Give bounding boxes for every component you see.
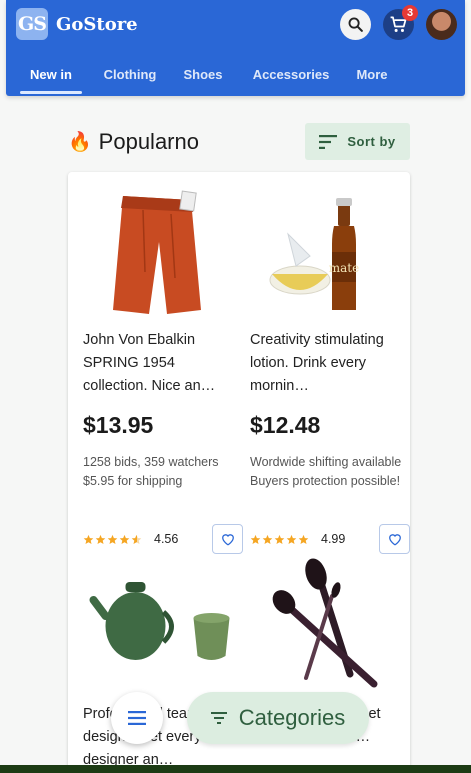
product-description: 1258 bids, 359 watchers $5.95 for shippi… [83, 455, 219, 488]
star-icon [250, 534, 261, 544]
menu-icon [128, 711, 146, 725]
brand[interactable]: GS GoStore [16, 8, 138, 40]
filter-icon [210, 712, 227, 724]
heart-outline-icon [221, 533, 234, 546]
product-image-makeup-brushes [272, 558, 378, 688]
star-icon [286, 534, 297, 544]
product-image-green-teapot [89, 582, 230, 660]
star-icon [83, 534, 94, 544]
product-name: Creativity stimulating lotion. Drink eve… [250, 332, 384, 394]
tab-new-in[interactable]: New in [20, 54, 82, 94]
star-icon [262, 534, 273, 544]
star-icon [107, 534, 118, 544]
star-half-icon [131, 534, 142, 544]
product-image-mate-bottle: mate [269, 198, 359, 310]
favorite-button[interactable] [212, 524, 243, 554]
rating-stars [250, 534, 309, 545]
tab-shoes[interactable]: Shoes [180, 54, 226, 94]
rating-value: 4.56 [154, 532, 179, 546]
logo: GS [16, 8, 48, 40]
section-title: 🔥 Popularno [68, 129, 199, 155]
star-icon [298, 534, 309, 544]
tab-accessories[interactable]: Accessories [248, 54, 334, 94]
product-image-red-pants [113, 190, 201, 314]
cart-button[interactable]: 3 [383, 5, 418, 40]
product-description: Wordwide shifting available Buyers prote… [250, 455, 402, 488]
rating-value: 4.99 [321, 532, 346, 546]
svg-text:mate: mate [329, 261, 359, 275]
tab-clothing[interactable]: Clothing [98, 54, 162, 94]
section-header: 🔥 Popularno Sort by [68, 123, 410, 161]
product-card[interactable]: mate Creativity stimulating lotion. Drin… [250, 182, 410, 554]
section-title-text: Popularno [98, 129, 199, 154]
rating-stars [83, 534, 142, 545]
heart-outline-icon [388, 533, 401, 546]
category-tabs: New in Clothing Shoes Accessories More [6, 54, 465, 94]
product-price: $12.48 [250, 412, 321, 438]
categories-label: Categories [238, 705, 346, 730]
header-actions: 3 [340, 5, 457, 40]
sort-label: Sort by [347, 134, 396, 149]
bottom-edge [0, 765, 471, 773]
fire-icon: 🔥 [68, 132, 92, 153]
menu-button[interactable] [111, 692, 163, 744]
tab-more[interactable]: More [352, 54, 392, 94]
search-button[interactable] [340, 9, 371, 40]
app-bar: GS GoStore 3 New in Clothing Shoes Acces… [6, 0, 465, 96]
sort-icon [319, 134, 338, 149]
sort-button[interactable]: Sort by [305, 123, 410, 160]
star-icon [274, 534, 285, 544]
favorite-button[interactable] [379, 524, 410, 554]
rating-row: 4.56 [83, 524, 243, 554]
product-card[interactable]: John Von Ebalkin SPRING 1954 collection.… [83, 182, 243, 554]
star-icon [95, 534, 106, 544]
cart-count-badge: 3 [402, 5, 418, 21]
product-price: $13.95 [83, 412, 154, 438]
product-name: John Von Ebalkin SPRING 1954 collection.… [83, 332, 216, 394]
search-icon [348, 17, 363, 32]
categories-button[interactable]: Categories [187, 692, 369, 744]
star-icon [119, 534, 130, 544]
product-grid: John Von Ebalkin SPRING 1954 collection.… [68, 172, 410, 772]
brand-name: GoStore [56, 13, 138, 35]
user-avatar[interactable] [426, 9, 457, 40]
rating-row: 4.99 [250, 524, 410, 554]
